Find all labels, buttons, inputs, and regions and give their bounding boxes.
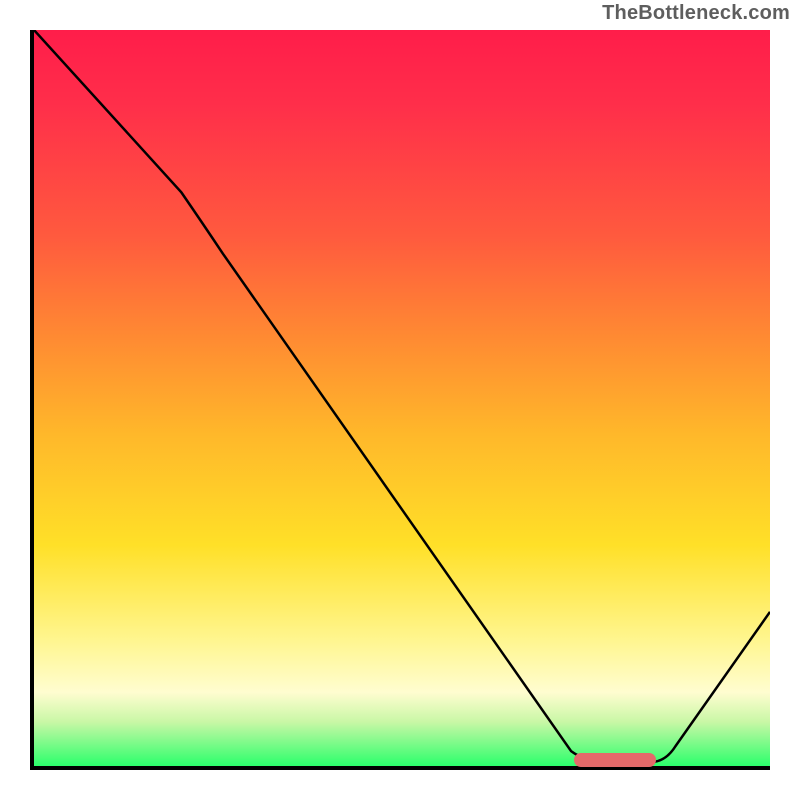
plot-area (30, 30, 770, 770)
bottleneck-curve (34, 30, 770, 766)
curve-path (34, 30, 770, 762)
optimum-marker (574, 753, 656, 767)
attribution-label: TheBottleneck.com (602, 2, 790, 25)
chart-container: TheBottleneck.com (0, 0, 800, 800)
